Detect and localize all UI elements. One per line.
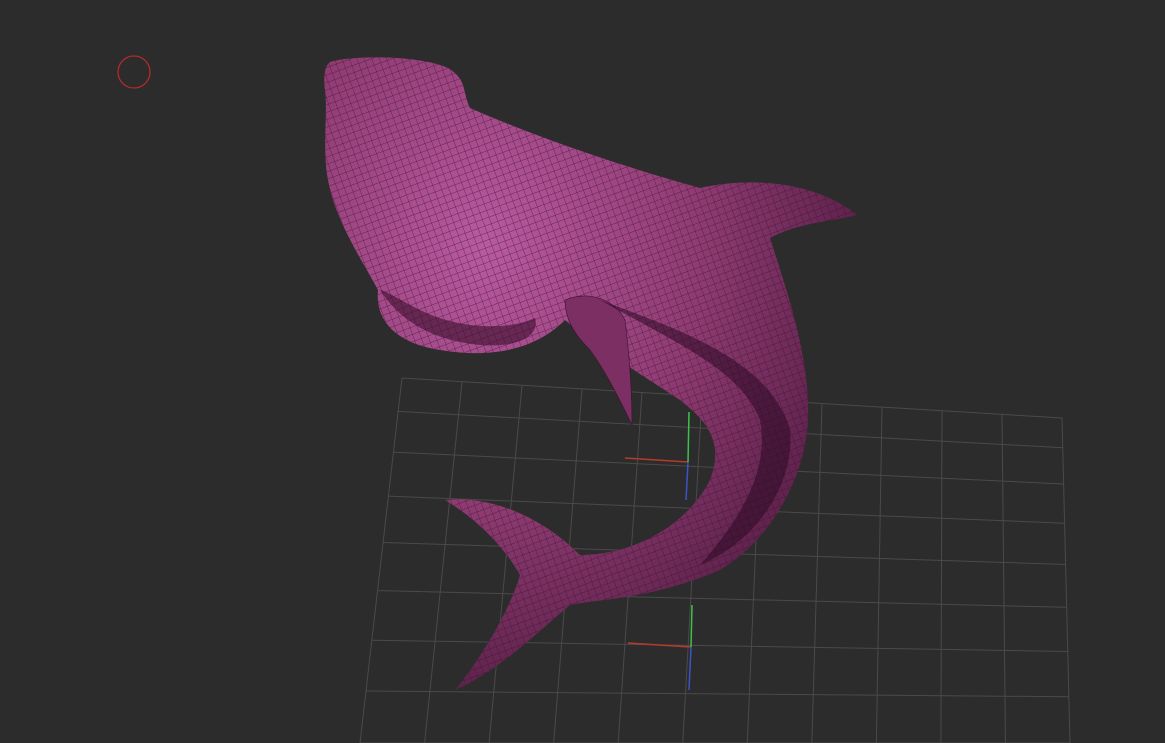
wireframe-overlay — [324, 57, 857, 691]
shark-model[interactable] — [300, 40, 880, 720]
grid-line — [359, 377, 403, 743]
3d-viewport[interactable] — [0, 0, 1165, 743]
grid-line — [1061, 417, 1071, 743]
grid-line — [377, 590, 1067, 608]
grid-line — [811, 403, 823, 743]
grid-line — [365, 690, 1069, 698]
grid-line — [371, 639, 1068, 652]
pectoral-fin — [564, 295, 633, 426]
grid-line — [940, 410, 943, 743]
grid-line — [875, 407, 883, 743]
axis-gizmo-icon[interactable] — [627, 604, 693, 691]
brush-circle-icon — [117, 55, 151, 89]
grid-line — [1001, 414, 1006, 743]
